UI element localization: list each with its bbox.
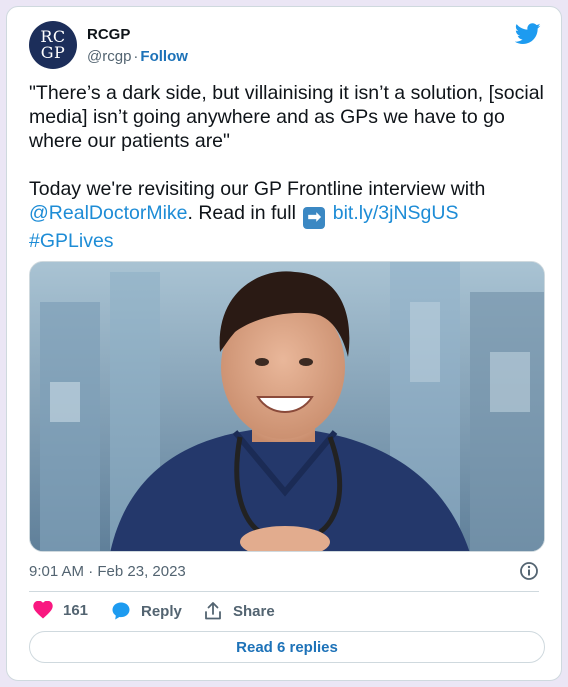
twitter-bird-icon[interactable] xyxy=(515,23,541,45)
timestamp-row: 9:01 AM · Feb 23, 2023 xyxy=(29,561,539,585)
right-arrow-icon: ➡ xyxy=(303,207,326,229)
divider xyxy=(29,591,539,592)
tweet-text: "There’s a dark side, but villainising i… xyxy=(29,81,549,253)
share-icon xyxy=(205,602,221,620)
author-info: RCGP @rcgp · Follow xyxy=(87,26,188,65)
hashtag-link[interactable]: #GPLives xyxy=(29,230,114,252)
like-button[interactable]: 161 xyxy=(33,601,88,619)
share-label: Share xyxy=(233,602,275,620)
avatar[interactable]: RC GP xyxy=(29,21,77,69)
info-icon[interactable] xyxy=(519,561,539,581)
handle-line: @rcgp · Follow xyxy=(87,48,188,65)
share-button[interactable]: Share xyxy=(203,601,275,621)
read-replies-button[interactable]: Read 6 replies xyxy=(29,631,545,663)
mention-link[interactable]: @RealDoctorMike xyxy=(29,202,188,224)
reply-bubble-icon xyxy=(112,602,130,620)
avatar-text-bottom: GP xyxy=(40,43,66,62)
action-bar: 161 Reply Share xyxy=(29,597,539,627)
reply-label: Reply xyxy=(141,602,182,620)
reply-button[interactable]: Reply xyxy=(111,601,182,621)
tweet-body: Today we're revisiting our GP Frontline … xyxy=(29,177,549,253)
tweet-body-middle: . Read in full xyxy=(187,202,302,224)
like-count: 161 xyxy=(63,601,89,619)
handle[interactable]: @rcgp xyxy=(87,48,131,65)
heart-icon xyxy=(33,601,53,619)
display-name[interactable]: RCGP xyxy=(87,26,188,43)
tweet-card: RC GP RCGP @rcgp · Follow "There’s a dark … xyxy=(6,6,562,681)
doctor-photo-illustration xyxy=(30,262,544,551)
tweet-quote: "There’s a dark side, but villainising i… xyxy=(29,82,544,152)
url-link[interactable]: bit.ly/3jNSgUS xyxy=(333,202,459,224)
tweet-body-prefix: Today we're revisiting our GP Frontline … xyxy=(29,178,486,200)
follow-link[interactable]: Follow xyxy=(140,48,188,65)
tweet-photo[interactable] xyxy=(29,261,545,552)
separator-dot: · xyxy=(133,48,139,65)
tweet-header: RC GP RCGP @rcgp · Follow xyxy=(29,21,541,73)
timestamp[interactable]: 9:01 AM · Feb 23, 2023 xyxy=(29,563,186,580)
